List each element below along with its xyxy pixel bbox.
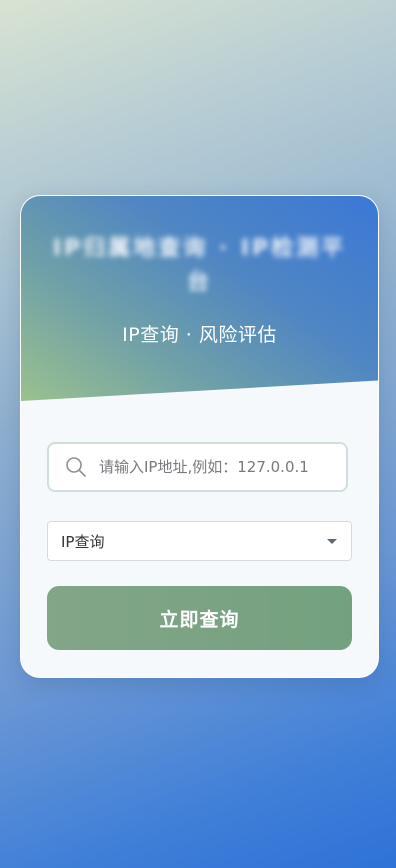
chevron-down-icon	[327, 538, 337, 544]
page-title: IP归属地查询 · IP检测平台	[52, 236, 347, 295]
query-type-value: IP查询	[61, 532, 105, 551]
page-subtitle: IP查询 · 风险评估	[122, 324, 277, 346]
card-header: IP归属地查询 · IP检测平台 IP查询 · 风险评估	[21, 196, 378, 401]
query-now-button[interactable]: 立即查询	[47, 586, 352, 650]
search-box[interactable]	[47, 442, 348, 492]
search-icon	[66, 457, 86, 477]
ip-address-input[interactable]	[99, 458, 339, 476]
query-type-select[interactable]: IP查询	[47, 521, 352, 561]
query-card: IP归属地查询 · IP检测平台 IP查询 · 风险评估 IP查询 立即查询	[20, 195, 379, 678]
